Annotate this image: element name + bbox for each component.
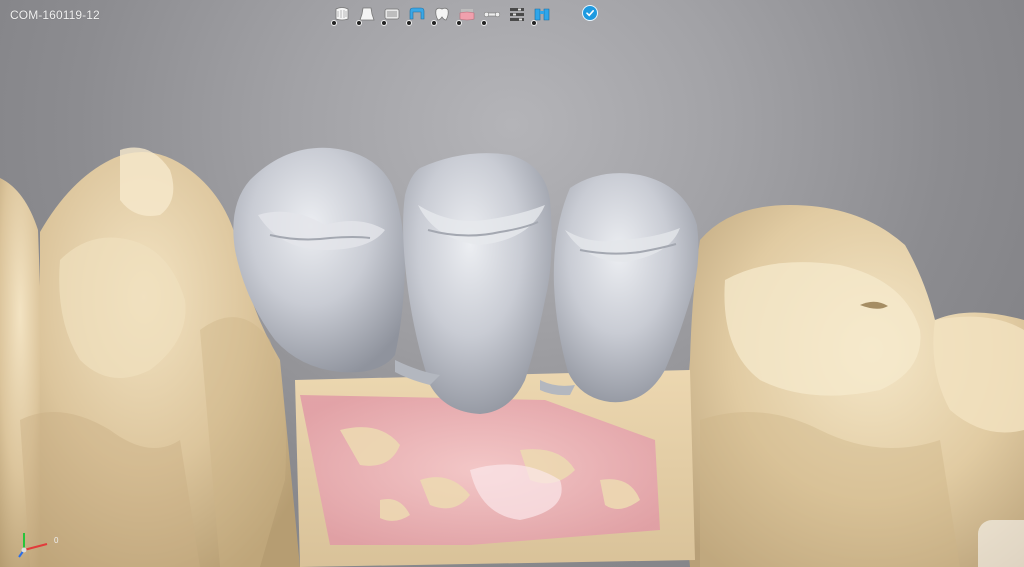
eye-icon bbox=[381, 20, 387, 26]
toolbar-gingiva[interactable] bbox=[456, 5, 476, 26]
eye-icon bbox=[356, 20, 362, 26]
toolbar-bridge-framework[interactable] bbox=[406, 5, 426, 26]
confirm-button[interactable] bbox=[582, 5, 598, 21]
toolbar-bridge-active[interactable] bbox=[531, 5, 551, 26]
eye-icon bbox=[431, 20, 437, 26]
case-id-label: COM-160119-12 bbox=[10, 8, 100, 22]
layer-sliders-icon bbox=[510, 8, 524, 21]
bridge-restoration[interactable] bbox=[233, 147, 699, 414]
toolbar-gingiva-mask[interactable] bbox=[381, 5, 401, 26]
axis-gizmo bbox=[18, 533, 48, 558]
toolbar-prep-die[interactable] bbox=[356, 5, 376, 26]
eye-icon bbox=[331, 20, 337, 26]
axis-label: 0 bbox=[54, 536, 59, 545]
eye-icon bbox=[406, 20, 412, 26]
toolbar-tooth-crown[interactable] bbox=[431, 5, 451, 26]
axis-x-line bbox=[23, 543, 48, 551]
toolbar-upper-jaw-scan[interactable] bbox=[331, 5, 351, 26]
eye-icon bbox=[481, 20, 487, 26]
checkmark-icon bbox=[586, 10, 594, 17]
3d-viewport[interactable] bbox=[0, 0, 1024, 567]
visibility-toolbar bbox=[331, 3, 551, 26]
eye-icon bbox=[531, 20, 537, 26]
axis-origin bbox=[21, 547, 27, 553]
right-stone-model bbox=[685, 205, 1024, 567]
toolbar-layer-sliders[interactable] bbox=[508, 5, 526, 23]
eye-icon bbox=[456, 20, 462, 26]
corner-logo bbox=[978, 520, 1024, 567]
toolbar-connector[interactable] bbox=[481, 5, 501, 26]
